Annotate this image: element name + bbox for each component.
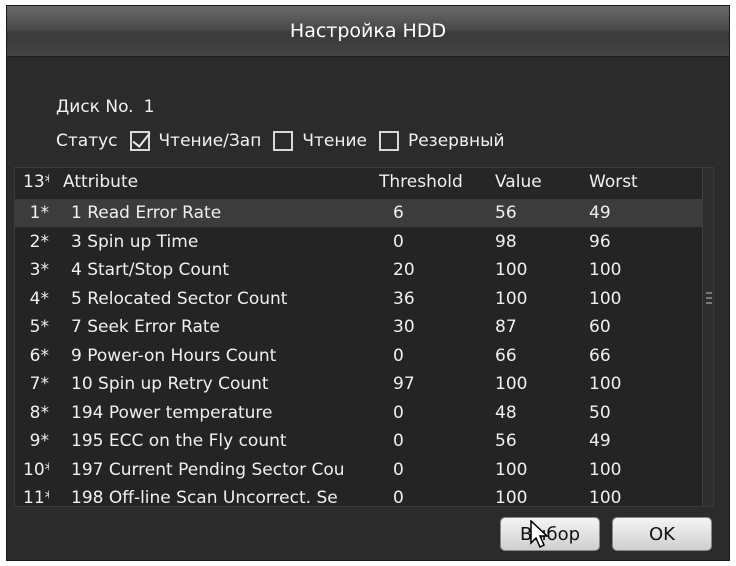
cell-threshold: 0 xyxy=(393,402,404,423)
cell-worst: 60 xyxy=(589,317,611,337)
cell-value: 56 xyxy=(495,431,517,451)
cell-threshold: 0 xyxy=(393,345,404,366)
status-reserve-checkbox[interactable] xyxy=(378,131,399,151)
header-threshold: Threshold xyxy=(379,172,463,192)
cell-index: 9* xyxy=(29,431,49,451)
status-readwrite-checkbox[interactable] xyxy=(129,131,150,151)
table-row[interactable]: 11* 198 Off-line Scan Uncorrect. Se 0 100 10… xyxy=(15,484,709,507)
cell-value: 66 xyxy=(495,345,517,366)
status-readonly-label: Чтение xyxy=(302,131,367,151)
cell-index: 10* xyxy=(23,459,49,480)
cell-value: 100 xyxy=(495,488,528,507)
cell-threshold: 6 xyxy=(393,203,404,223)
cell-value: 100 xyxy=(495,459,528,480)
table-header: 13* Attribute Threshold Value Worst xyxy=(15,168,709,198)
cell-attribute: 195 ECC on the Fly count xyxy=(71,431,287,451)
disk-number: 1 xyxy=(143,97,155,117)
cell-index: 4* xyxy=(29,288,49,309)
cell-value: 100 xyxy=(495,374,528,394)
cell-attribute: 1 Read Error Rate xyxy=(71,203,222,223)
cell-attribute: 198 Off-line Scan Uncorrect. Se xyxy=(71,488,338,507)
ok-button[interactable]: OK xyxy=(612,517,712,551)
status-reserve-label: Резервный xyxy=(407,131,505,151)
cell-value: 100 xyxy=(495,260,528,280)
cell-value: 100 xyxy=(495,288,528,309)
table-row[interactable]: 5* 7 Seek Error Rate 30 87 60 xyxy=(15,313,709,341)
cell-worst: 100 xyxy=(589,374,622,394)
table-row[interactable]: 2* 3 Spin up Time 0 98 96 xyxy=(15,228,709,256)
cell-index: 11* xyxy=(23,488,49,507)
table-row[interactable]: 10* 197 Current Pending Sector Cou 0 100 100 xyxy=(15,456,709,484)
scrollbar-grip-icon[interactable] xyxy=(706,292,712,304)
cell-threshold: 97 xyxy=(393,374,415,394)
header-worst: Worst xyxy=(589,172,638,192)
cell-worst: 100 xyxy=(589,260,622,280)
cell-worst: 66 xyxy=(589,345,611,366)
cell-worst: 50 xyxy=(589,402,611,423)
cell-worst: 100 xyxy=(589,488,622,507)
table-row[interactable]: 6* 9 Power-on Hours Count 0 66 66 xyxy=(15,342,709,370)
cell-worst: 96 xyxy=(589,231,611,252)
cell-value: 56 xyxy=(495,203,517,223)
cell-worst: 49 xyxy=(589,431,611,451)
cell-index: 5* xyxy=(29,317,49,337)
cell-value: 98 xyxy=(495,231,517,252)
cell-index: 1* xyxy=(29,203,49,223)
cell-worst: 49 xyxy=(589,203,611,223)
dialog-titlebar[interactable]: Настройка HDD xyxy=(7,6,729,57)
cell-index: 3* xyxy=(29,260,49,280)
cell-threshold: 0 xyxy=(393,488,404,507)
cell-index: 8* xyxy=(29,402,49,423)
cell-attribute: 7 Seek Error Rate xyxy=(71,317,220,337)
cell-value: 87 xyxy=(495,317,517,337)
status-row: Статус Чтение/Зап Чтение Резервный xyxy=(56,131,505,151)
disk-label: Диск No. xyxy=(56,97,134,117)
cell-index: 6* xyxy=(29,345,49,366)
table-row[interactable]: 1* 1 Read Error Rate 6 56 49 xyxy=(15,199,709,227)
table-row[interactable]: 8* 194 Power temperature 0 48 50 xyxy=(15,399,709,427)
dialog-title: Настройка HDD xyxy=(289,20,447,42)
cell-threshold: 20 xyxy=(393,260,415,280)
table-row[interactable]: 9* 195 ECC on the Fly count 0 56 49 xyxy=(15,427,709,455)
cell-attribute: 4 Start/Stop Count xyxy=(71,260,230,280)
status-label: Статус xyxy=(56,131,118,151)
status-readwrite-label: Чтение/Зап xyxy=(158,131,262,151)
table-row[interactable]: 7* 10 Spin up Retry Count 97 100 100 xyxy=(15,370,709,398)
cell-attribute: 3 Spin up Time xyxy=(71,231,199,252)
cell-index: 2* xyxy=(29,231,49,252)
cell-worst: 100 xyxy=(589,459,622,480)
cell-attribute: 10 Spin up Retry Count xyxy=(71,374,269,394)
status-readonly-checkbox[interactable] xyxy=(273,131,294,151)
cell-attribute: 194 Power temperature xyxy=(71,402,273,423)
cell-threshold: 0 xyxy=(393,231,404,252)
header-value: Value xyxy=(495,172,542,192)
cell-attribute: 197 Current Pending Sector Cou xyxy=(71,459,345,480)
cell-threshold: 0 xyxy=(393,459,404,480)
cell-index: 7* xyxy=(29,374,49,394)
header-index: 13* xyxy=(23,172,49,192)
cell-attribute: 5 Relocated Sector Count xyxy=(71,288,288,309)
cell-value: 48 xyxy=(495,402,517,423)
cell-attribute: 9 Power-on Hours Count xyxy=(71,345,277,366)
cell-threshold: 36 xyxy=(393,288,415,309)
table-row[interactable]: 4* 5 Relocated Sector Count 36 100 100 xyxy=(15,285,709,313)
cell-threshold: 0 xyxy=(393,431,404,451)
smart-attributes-table: 13* Attribute Threshold Value Worst 1* 1 … xyxy=(14,167,714,507)
table-row[interactable]: 3* 4 Start/Stop Count 20 100 100 xyxy=(15,256,709,284)
cell-threshold: 30 xyxy=(393,317,415,337)
header-attribute: Attribute xyxy=(63,172,139,192)
table-scrollbar[interactable] xyxy=(702,168,713,506)
disk-number-row: Диск No. 1 xyxy=(56,97,154,117)
cell-worst: 100 xyxy=(589,288,622,309)
